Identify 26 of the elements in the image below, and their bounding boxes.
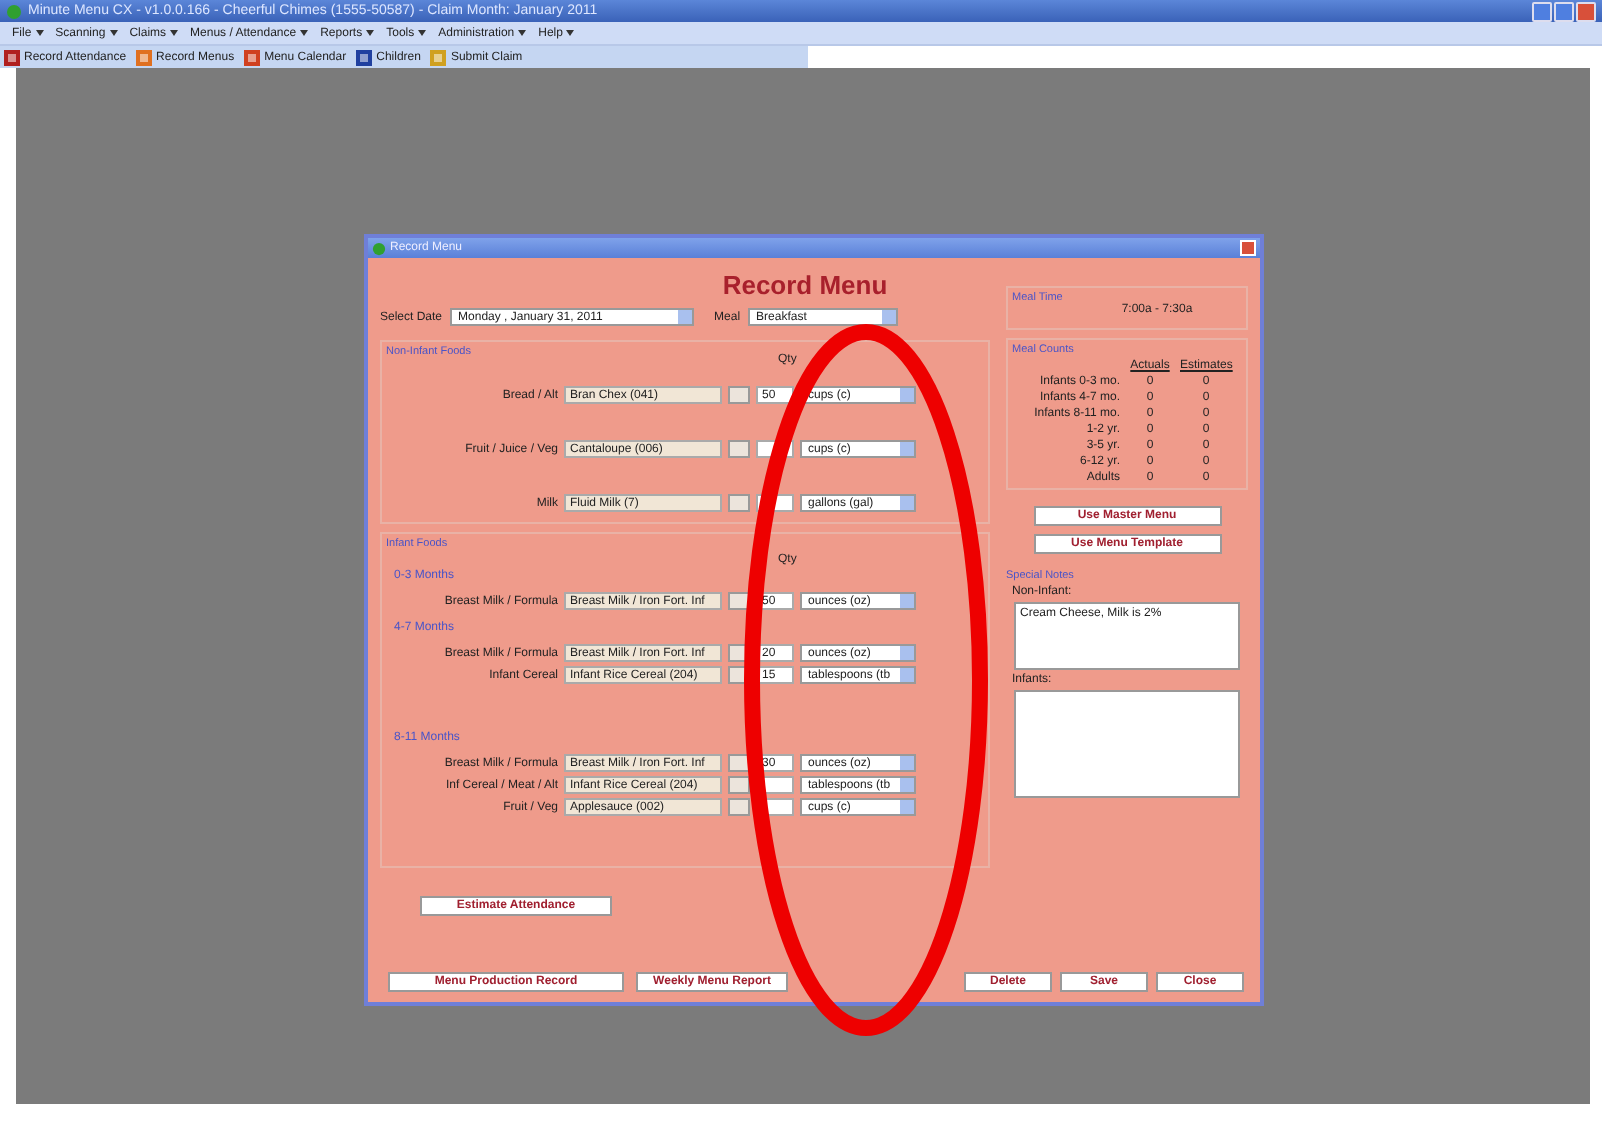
app-icon (372, 241, 386, 255)
toolbar-icon (430, 49, 447, 65)
caret-icon (566, 30, 575, 36)
maximize-button[interactable] (1554, 1, 1574, 21)
browse-button[interactable] (728, 494, 750, 512)
caret-icon (418, 30, 427, 36)
browse-button[interactable] (728, 754, 750, 772)
browse-button[interactable] (728, 386, 750, 404)
toolbar-icon (244, 49, 261, 65)
browse-button[interactable] (728, 592, 750, 610)
minimize-button[interactable] (1532, 1, 1552, 21)
close-button[interactable] (1576, 1, 1596, 21)
caret-icon (35, 30, 44, 36)
caret-icon (300, 30, 309, 36)
browse-button[interactable] (728, 776, 750, 794)
toolbar-icon (356, 49, 373, 65)
caret-icon (170, 30, 179, 36)
caret-icon (109, 30, 118, 36)
app-icon (6, 3, 22, 19)
notes-field[interactable] (1014, 690, 1240, 798)
caret-icon (518, 30, 527, 36)
caret-icon (366, 30, 375, 36)
form-heading: Record Menu (720, 268, 890, 300)
browse-button[interactable] (728, 440, 750, 458)
browse-button[interactable] (728, 798, 750, 816)
toolbar-icon (136, 49, 153, 65)
